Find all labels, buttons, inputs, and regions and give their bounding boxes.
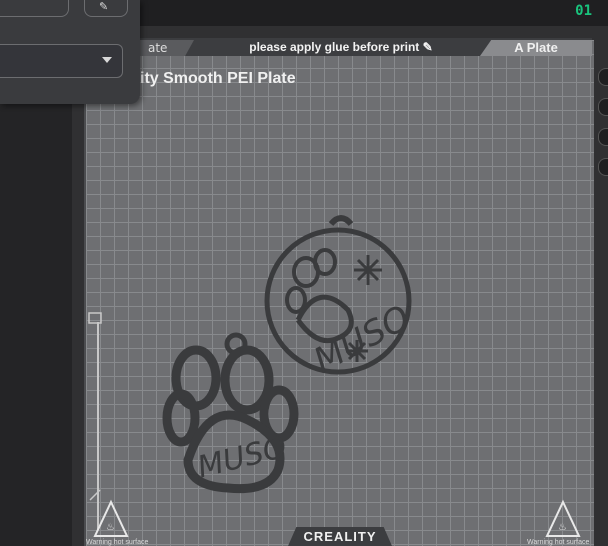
warning-icon-right: ♨ xyxy=(545,499,581,537)
svg-text:♨: ♨ xyxy=(558,522,567,533)
toolbar-button-3[interactable] xyxy=(598,128,608,146)
toolbar-button-1[interactable] xyxy=(598,68,608,86)
chevron-down-icon xyxy=(102,57,112,63)
warning-label-right: Warning hot surface xyxy=(527,539,590,546)
toolbar-button-4[interactable] xyxy=(598,158,608,176)
warning-label-left: Warning hot surface xyxy=(86,539,149,546)
plate-type-dropdown[interactable] xyxy=(0,44,123,78)
popup-field[interactable] xyxy=(0,0,69,17)
toolbar-button-2[interactable] xyxy=(598,98,608,116)
pencil-icon: ✎ xyxy=(99,0,109,13)
height-slider[interactable] xyxy=(88,312,102,530)
warning-icon-left: ♨ xyxy=(93,499,129,537)
settings-popup: ✎ xyxy=(0,0,140,104)
creality-logo: CREALITY xyxy=(288,527,392,546)
edit-button[interactable]: ✎ xyxy=(84,0,128,17)
svg-text:♨: ♨ xyxy=(106,522,115,533)
